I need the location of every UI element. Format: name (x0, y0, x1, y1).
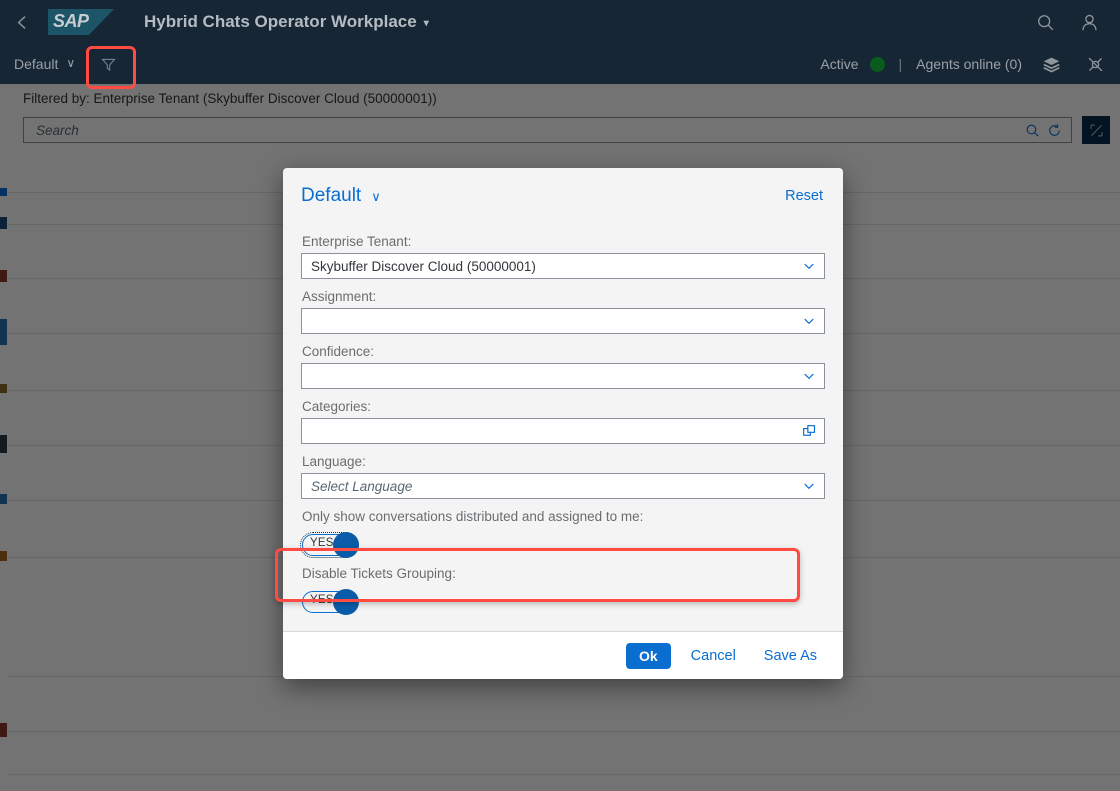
toggle-state-label: YES (310, 537, 334, 549)
chevron-down-icon[interactable] (798, 475, 820, 497)
confidence-select[interactable] (301, 363, 825, 389)
user-icon (1081, 14, 1097, 30)
cancel-button[interactable]: Cancel (683, 643, 744, 669)
dialog-variant-selector[interactable]: Default ∨ (301, 185, 381, 207)
field-label: Assignment: (302, 289, 377, 304)
field-enterprise-tenant: Enterprise Tenant: Skybuffer Discover Cl… (301, 224, 825, 279)
app-title-text: Hybrid Chats Operator Workplace (144, 12, 417, 31)
field-categories: Categories: (301, 389, 825, 444)
dialog-body: Enterprise Tenant: Skybuffer Discover Cl… (283, 224, 843, 631)
field-only-assigned-to-me: Only show conversations distributed and … (300, 499, 825, 558)
chevron-down-icon: ∨ (66, 56, 76, 70)
toggle-state-label: YES (310, 594, 334, 606)
agents-online-label: Agents online (0) (916, 56, 1022, 72)
subheader-divider: | (898, 56, 903, 72)
field-label: Enterprise Tenant: (302, 234, 412, 249)
filter-funnel-icon (101, 58, 116, 71)
field-disable-tickets-grouping: Disable Tickets Grouping: YES (301, 556, 825, 615)
reset-button[interactable]: Reset (785, 188, 823, 204)
status-label: Active (820, 56, 859, 72)
language-select[interactable]: Select Language (301, 473, 825, 499)
back-button[interactable] (0, 0, 44, 44)
header-search-button[interactable] (1028, 5, 1062, 39)
header-user-button[interactable] (1072, 5, 1106, 39)
save-as-button[interactable]: Save As (756, 643, 825, 669)
toggle-knob (333, 589, 359, 615)
search-icon (1037, 14, 1053, 30)
chevron-down-icon: ∨ (371, 189, 381, 204)
chevron-left-icon (17, 15, 26, 29)
dialog-title: Default (301, 185, 362, 206)
filter-button[interactable] (93, 51, 123, 77)
ok-button[interactable]: Ok (625, 642, 671, 669)
field-label: Only show conversations distributed and … (302, 509, 644, 524)
filter-settings-dialog: Default ∨ Reset Enterprise Tenant: Skybu… (283, 168, 843, 679)
field-language: Language: Select Language (301, 444, 825, 499)
field-label: Categories: (302, 399, 372, 414)
assignment-select[interactable] (301, 308, 825, 334)
layers-icon (1042, 57, 1060, 72)
link-disabled-icon (1088, 57, 1102, 71)
field-label: Language: (302, 454, 366, 469)
chevron-down-icon: ▾ (423, 17, 429, 29)
only-assigned-to-me-toggle[interactable]: YES (300, 532, 359, 558)
field-placeholder: Select Language (311, 478, 413, 494)
sap-logo-text: SAP (53, 11, 89, 31)
disconnect-button[interactable] (1080, 51, 1110, 77)
status-dot-icon (869, 56, 885, 72)
enterprise-tenant-select[interactable]: Skybuffer Discover Cloud (50000001) (301, 253, 825, 279)
chevron-down-icon[interactable] (798, 255, 820, 277)
app-header: SAP Hybrid Chats Operator Workplace ▾ (0, 0, 1120, 44)
layers-button[interactable] (1036, 51, 1066, 77)
dialog-header: Default ∨ Reset (283, 168, 843, 224)
field-assignment: Assignment: (301, 279, 825, 334)
app-subheader: Default ∨ Active | Agents online (0) (0, 44, 1120, 84)
field-label: Confidence: (302, 344, 375, 359)
categories-input[interactable] (301, 418, 825, 444)
value-help-icon[interactable] (798, 420, 820, 442)
field-label: Disable Tickets Grouping: (302, 566, 456, 581)
chevron-down-icon[interactable] (798, 365, 820, 387)
field-value: Skybuffer Discover Cloud (50000001) (311, 258, 536, 274)
disable-tickets-grouping-toggle[interactable]: YES (302, 589, 359, 615)
variant-selector[interactable]: Default ∨ (8, 53, 81, 75)
dialog-footer: Ok Cancel Save As (283, 631, 843, 679)
app-root: SAP Hybrid Chats Operator Workplace ▾ De… (0, 0, 1120, 791)
variant-label: Default (14, 56, 59, 72)
app-title[interactable]: Hybrid Chats Operator Workplace ▾ (144, 12, 429, 32)
toggle-knob (333, 532, 359, 558)
sap-logo: SAP (48, 9, 114, 35)
chevron-down-icon[interactable] (798, 310, 820, 332)
field-confidence: Confidence: (301, 334, 825, 389)
